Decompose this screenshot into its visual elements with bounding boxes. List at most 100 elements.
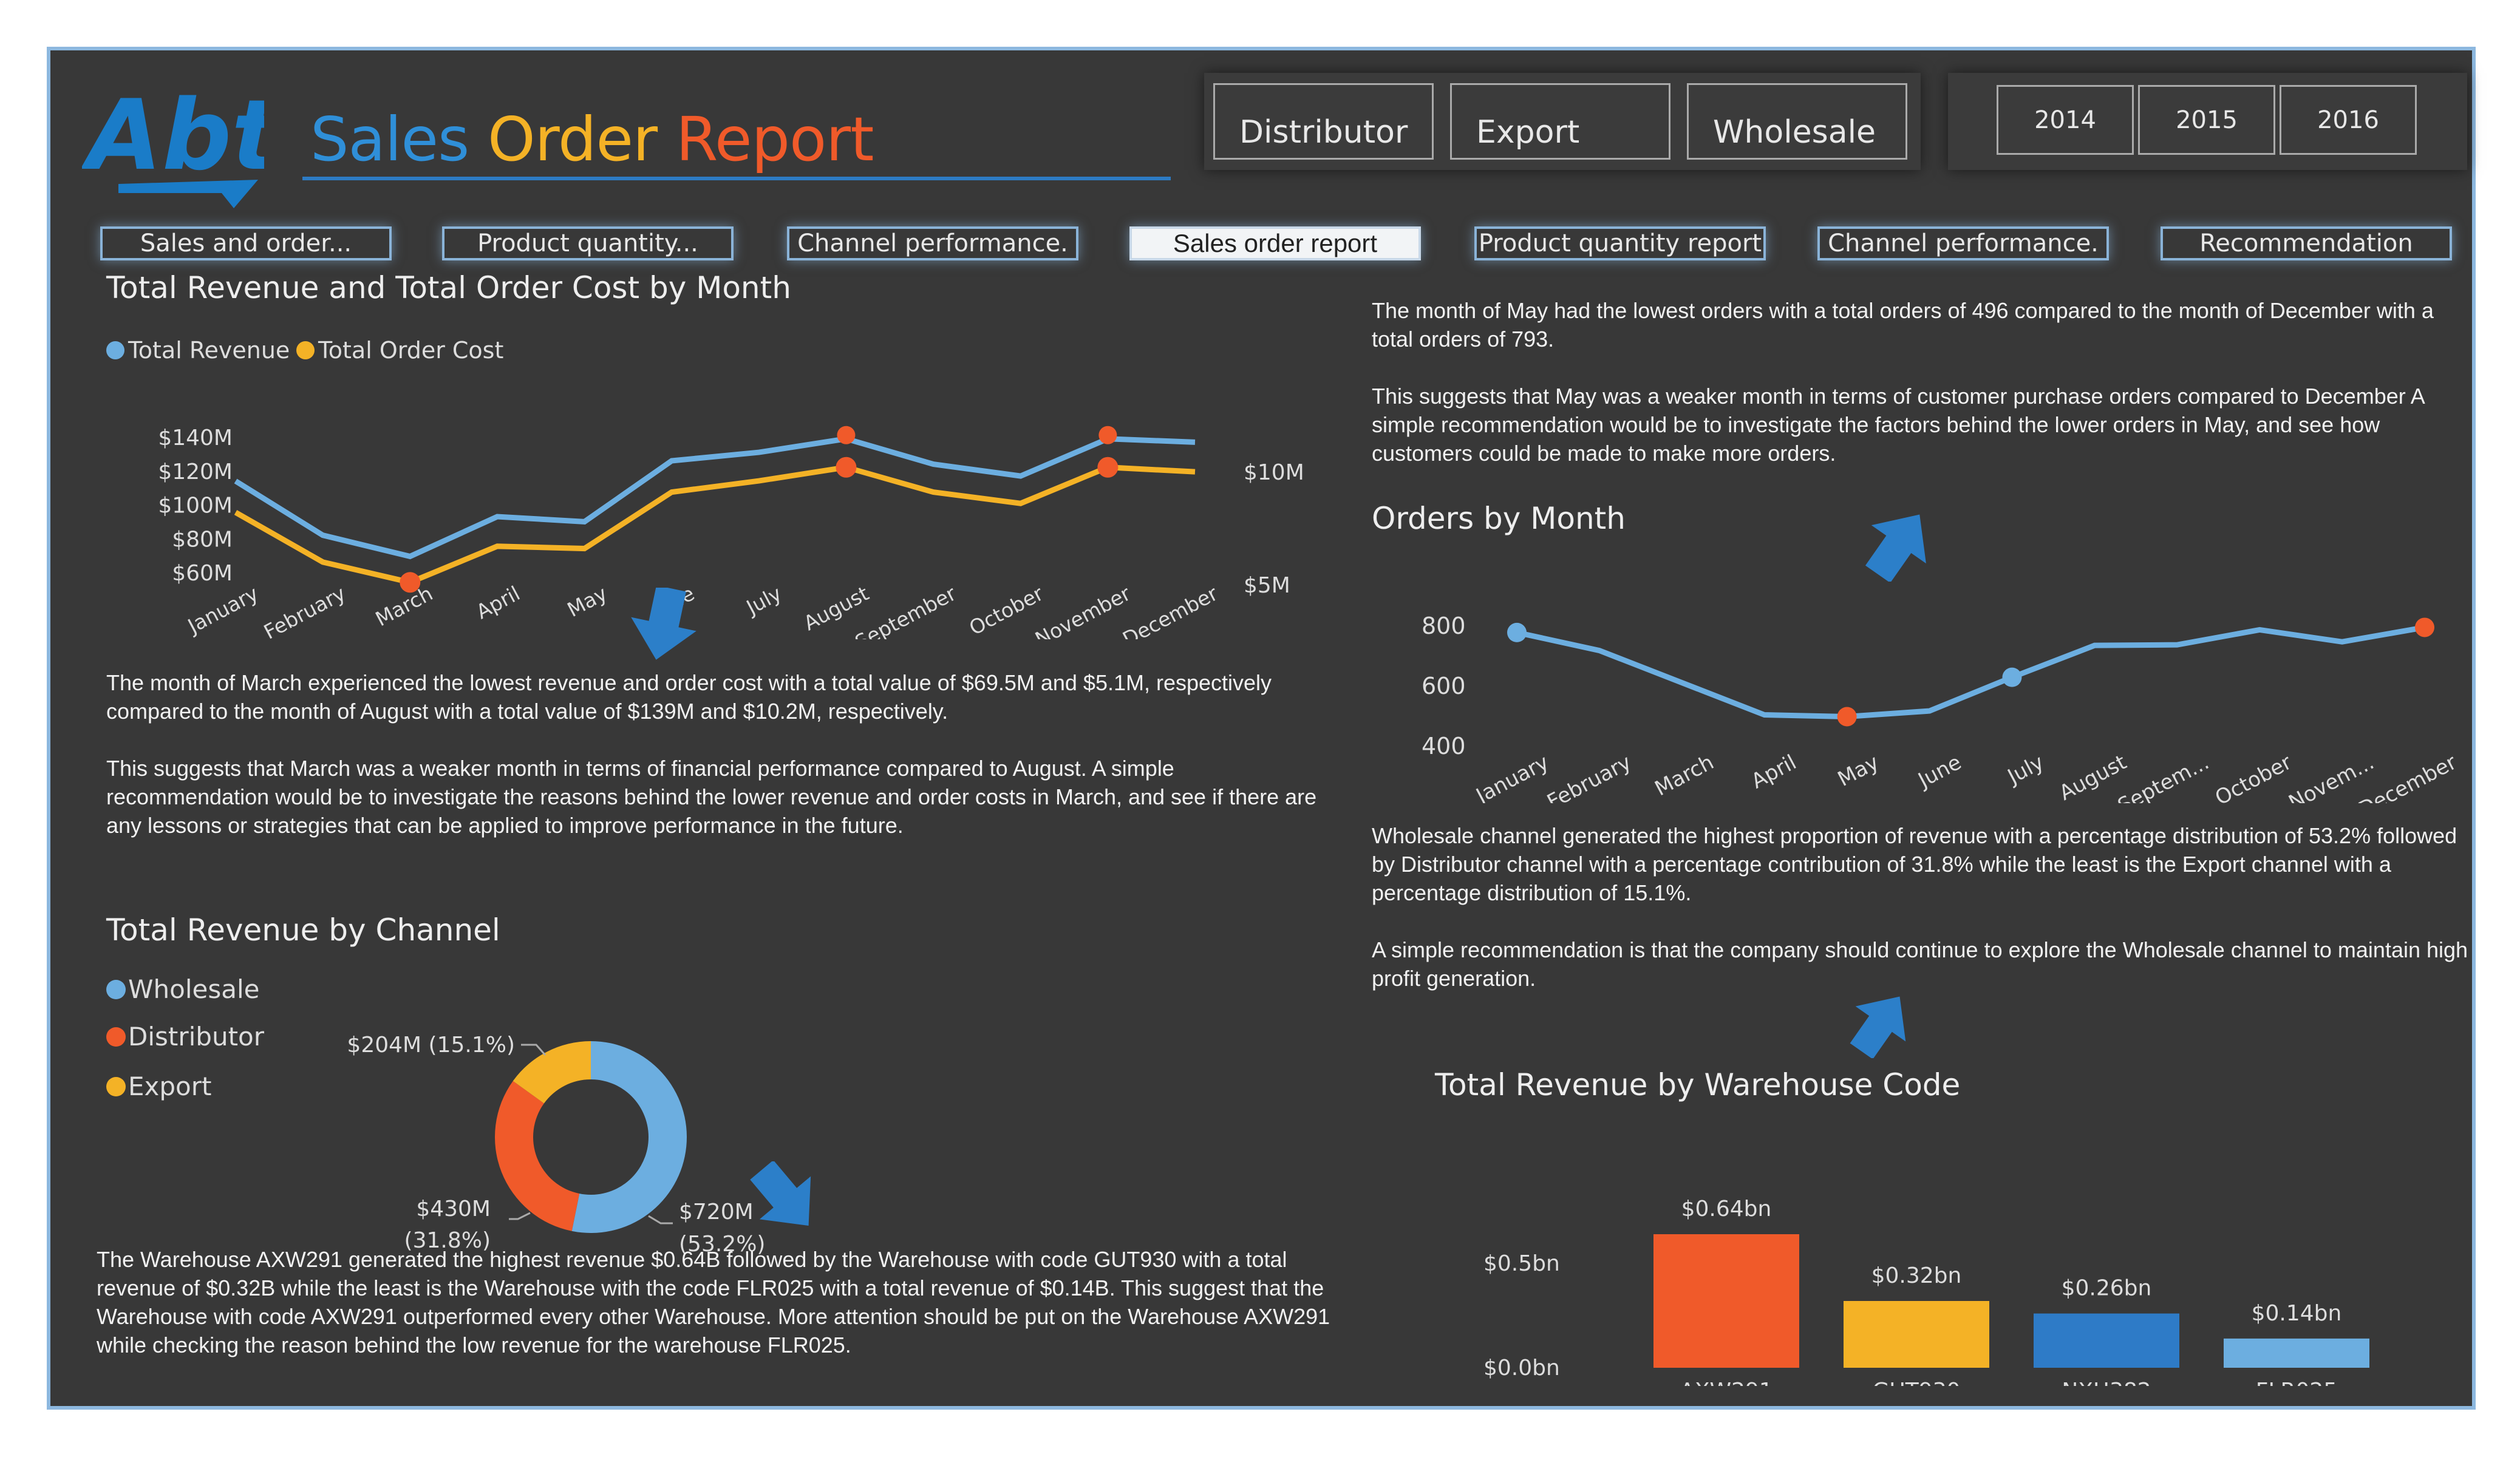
slicer-export[interactable]: Export (1450, 83, 1670, 160)
x-tick-label: February (1543, 750, 1635, 803)
donut-slice-distributor (495, 1081, 580, 1231)
arrow-down-icon (631, 588, 696, 660)
y-tick-left: $140M (158, 426, 233, 450)
bar-nxh382 (2034, 1313, 2179, 1368)
slicer-year-2014[interactable]: 2014 (1997, 85, 2134, 155)
y-tick-left: $60M (172, 561, 233, 586)
revenue-cost-chart-title: Total Revenue and Total Order Cost by Mo… (106, 270, 791, 305)
channel-donut-chart: $720M(53.2%)$430M(31.8%)$204M (15.1%) (347, 1033, 765, 1257)
x-tick-label: September (851, 581, 960, 639)
x-tick-label: GUT930 (1873, 1379, 1961, 1386)
nav-tab-product-quantity-report[interactable]: Product quantity report (1474, 226, 1766, 260)
logo-swoosh (118, 180, 258, 208)
bar-axw291 (1653, 1234, 1799, 1368)
channel-para-1: Wholesale channel generated the highest … (1372, 823, 2457, 905)
legend-distributor: Distributor (106, 1022, 264, 1051)
legend-label-revenue: Total Revenue (128, 337, 290, 364)
title-underline (302, 177, 1171, 180)
x-tick-label: FLR025 (2256, 1379, 2338, 1386)
orders-para-1: The month of May had the lowest orders w… (1372, 298, 2434, 352)
legend-total-revenue: Total Revenue (106, 337, 290, 364)
bar-flr025 (2224, 1338, 2369, 1368)
title-word-3: Report (675, 104, 874, 175)
slice-label-wholesale-value: $720M (679, 1200, 754, 1224)
legend-wholesale: Wholesale (106, 974, 259, 1004)
series-line-total-order-cost (234, 464, 1196, 585)
bar-value-label: $0.64bn (1681, 1197, 1772, 1221)
highlight-point-revenue (1098, 426, 1117, 444)
arrow-down-right-icon (750, 1161, 811, 1226)
y-tick-left: $100M (158, 494, 233, 518)
y-tick-right: $5M (1244, 573, 1290, 598)
slicer-year-2016[interactable]: 2016 (2280, 85, 2417, 155)
y-tick-left: $80M (172, 527, 233, 552)
warehouse-commentary: The Warehouse AXW291 generated the highe… (97, 1247, 1330, 1357)
nav-tab-sales-order-report[interactable]: Sales order report (1129, 226, 1421, 260)
x-tick-label: May (564, 582, 611, 622)
x-tick-label: January (1471, 750, 1553, 803)
bar-value-label: $0.32bn (1871, 1263, 1962, 1288)
x-tick-label: December (1119, 581, 1222, 639)
channel-slicer: Distributor Export Wholesale (1204, 73, 1921, 170)
title-word-1: Sales (310, 104, 469, 175)
highlight-point-revenue (837, 426, 856, 444)
revenue-cost-para-2: This suggests that March was a weaker mo… (106, 756, 1317, 838)
page-title: Sales Order Report (310, 104, 874, 175)
x-tick-label: February (260, 582, 349, 639)
marked-point (1837, 707, 1857, 727)
x-tick-label: June (1913, 750, 1966, 793)
leader-line-distributor (509, 1212, 531, 1220)
slice-label-export: $204M (15.1%) (347, 1033, 515, 1058)
highlight-point-order-cost (836, 457, 857, 478)
dashboard-frame: Abt Sales Order Report Distributor Expor… (47, 47, 2476, 1410)
legend-dot-distributor (106, 1027, 126, 1047)
year-slicer: 2014 2015 2016 (1948, 73, 2467, 170)
slicer-distributor[interactable]: Distributor (1213, 83, 1434, 160)
marked-point (2002, 667, 2022, 687)
orders-line-chart: 800 600 400JanuaryFebruary March April May Jun… (1422, 613, 2460, 803)
channel-para-2: A simple recommendation is that the comp… (1372, 937, 2468, 991)
orders-commentary: The month of May had the lowest orders w… (1372, 296, 2465, 467)
x-tick-label: October (2211, 750, 2295, 803)
orders-para-2: This suggests that May was a weaker mont… (1372, 384, 2424, 466)
legend-total-order-cost: Total Order Cost (296, 337, 503, 364)
x-tick-label: May (1834, 750, 1883, 792)
marked-point (2415, 617, 2434, 637)
channel-chart-title: Total Revenue by Channel (106, 912, 500, 948)
nav-tab-channel-performance[interactable]: Channel performance. (787, 226, 1078, 260)
x-tick-label: Septem... (2114, 750, 2213, 803)
legend-dot-export (106, 1076, 126, 1096)
nav-tab-sales-and-order[interactable]: Sales and order... (100, 226, 392, 260)
nav-tab-recommendation[interactable]: Recommendation (2161, 226, 2452, 260)
revenue-cost-commentary: The month of March experienced the lowes… (106, 668, 1321, 840)
legend-export: Export (106, 1072, 211, 1101)
x-tick-label: January (183, 582, 262, 639)
nav-tab-product-quantity[interactable]: Product quantity... (442, 226, 734, 260)
bar-gut930 (1844, 1301, 1989, 1368)
orders-chart-title: Orders by Month (1372, 501, 1626, 536)
slicer-wholesale[interactable]: Wholesale (1687, 83, 1907, 160)
leader-line-wholesale (648, 1215, 673, 1224)
marked-point (1507, 622, 1527, 642)
x-tick-label: July (741, 582, 785, 620)
x-tick-label: April (472, 582, 524, 624)
warehouse-chart-title: Total Revenue by Warehouse Code (1435, 1067, 1961, 1102)
logo-text: Abt (82, 78, 264, 192)
bar-value-label: $0.14bn (2252, 1301, 2342, 1326)
revenue-cost-para-1: The month of March experienced the lowes… (106, 670, 1272, 724)
series-line-total-revenue (234, 436, 1196, 560)
slicer-year-2015[interactable]: 2015 (2138, 85, 2275, 155)
y-tick: $0.5bn (1483, 1251, 1560, 1276)
legend-label-export: Export (128, 1072, 212, 1101)
leader-line-export (521, 1044, 547, 1056)
nav-tab-channel-performance-2[interactable]: Channel performance. (1817, 226, 2109, 260)
y-tick: 600 (1422, 673, 1466, 699)
highlight-point-order-cost (400, 572, 421, 593)
title-word-2: Order (487, 104, 658, 175)
highlight-point-order-cost (1097, 457, 1119, 478)
arrow-up-right-icon-2 (1850, 996, 1906, 1058)
legend-dot-order-cost (296, 341, 315, 359)
x-tick-label: March (1651, 750, 1718, 801)
y-tick: 800 (1422, 613, 1466, 639)
x-tick-label: April (1748, 750, 1800, 794)
